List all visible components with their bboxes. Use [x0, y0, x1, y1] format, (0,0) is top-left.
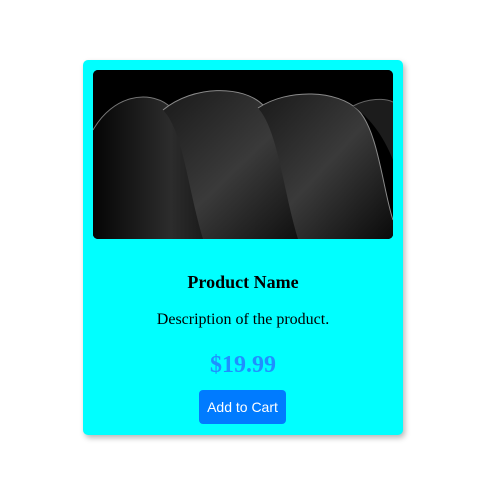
product-name: Product Name [187, 272, 299, 292]
product-image [93, 70, 393, 239]
product-card: Product Name Description of the product.… [83, 60, 403, 435]
abstract-waves-graphic [93, 70, 393, 239]
add-to-cart-button[interactable]: Add to Cart [199, 390, 286, 424]
product-price: $19.99 [210, 352, 276, 378]
product-description: Description of the product. [156, 311, 330, 328]
